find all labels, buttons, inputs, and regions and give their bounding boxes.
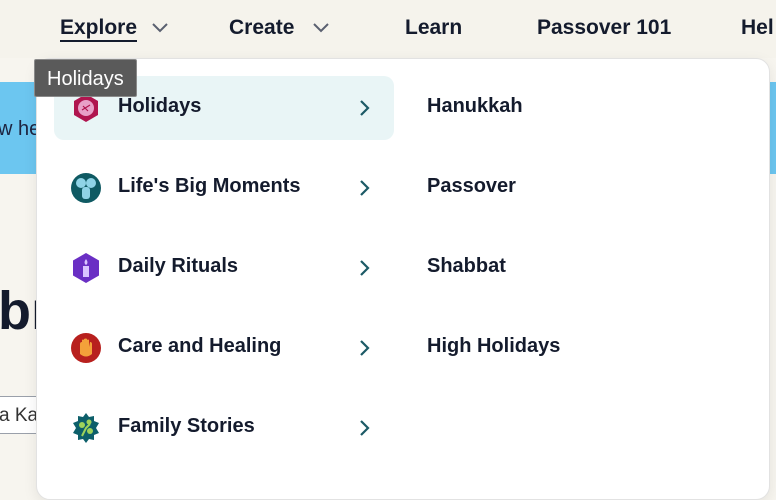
menu-item-daily-rituals[interactable]: Daily Rituals — [54, 236, 394, 300]
menu-item-label: Holidays — [118, 95, 202, 117]
nav-help-label: Hel — [741, 16, 774, 39]
banner-text: w he — [0, 118, 41, 140]
nav-create[interactable]: Create — [229, 16, 294, 40]
chevron-down-icon[interactable] — [151, 22, 169, 34]
menu-item-label: Family Stories — [118, 415, 255, 437]
menu-item-label: Care and Healing — [118, 335, 282, 357]
menu-item-family-stories[interactable]: Family Stories — [54, 396, 394, 460]
submenu-item-shabbat[interactable]: Shabbat — [427, 255, 506, 278]
submenu-item-hanukkah[interactable]: Hanukkah — [427, 95, 523, 118]
nav-learn-label: Learn — [405, 16, 463, 39]
chevron-right-icon — [360, 180, 370, 196]
chevron-down-icon[interactable] — [312, 22, 330, 34]
menu-item-care-and-healing[interactable]: Care and Healing — [54, 316, 394, 380]
submenu-item-high-holidays[interactable]: High Holidays — [427, 335, 560, 358]
people-icon — [71, 173, 101, 203]
chevron-right-icon — [360, 260, 370, 276]
tree-icon — [73, 413, 99, 443]
chevron-right-icon — [360, 420, 370, 436]
nav-passover-101[interactable]: Passover 101 — [537, 16, 671, 40]
nav-learn[interactable]: Learn — [405, 16, 462, 40]
nav-passover-101-label: Passover 101 — [537, 16, 672, 39]
chevron-right-icon — [360, 100, 370, 116]
nav-create-label: Create — [229, 16, 295, 39]
menu-item-label: Life's Big Moments — [118, 175, 301, 197]
menu-item-lifes-big-moments[interactable]: Life's Big Moments — [54, 156, 394, 220]
nav-explore-label: Explore — [60, 16, 138, 42]
hamsa-icon — [71, 333, 101, 363]
nav-help[interactable]: Hel — [741, 16, 774, 40]
menu-item-label: Daily Rituals — [118, 255, 239, 277]
explore-dropdown-menu: Holidays Life's Big Moments Daily Ritual… — [36, 58, 770, 500]
nav-explore[interactable]: Explore — [60, 16, 138, 42]
candle-icon — [73, 253, 99, 283]
chevron-right-icon — [360, 340, 370, 356]
tooltip: Holidays — [34, 59, 137, 97]
submenu-item-passover[interactable]: Passover — [427, 175, 516, 198]
top-navigation: Explore Create Learn Passover 101 Hel — [0, 0, 776, 58]
